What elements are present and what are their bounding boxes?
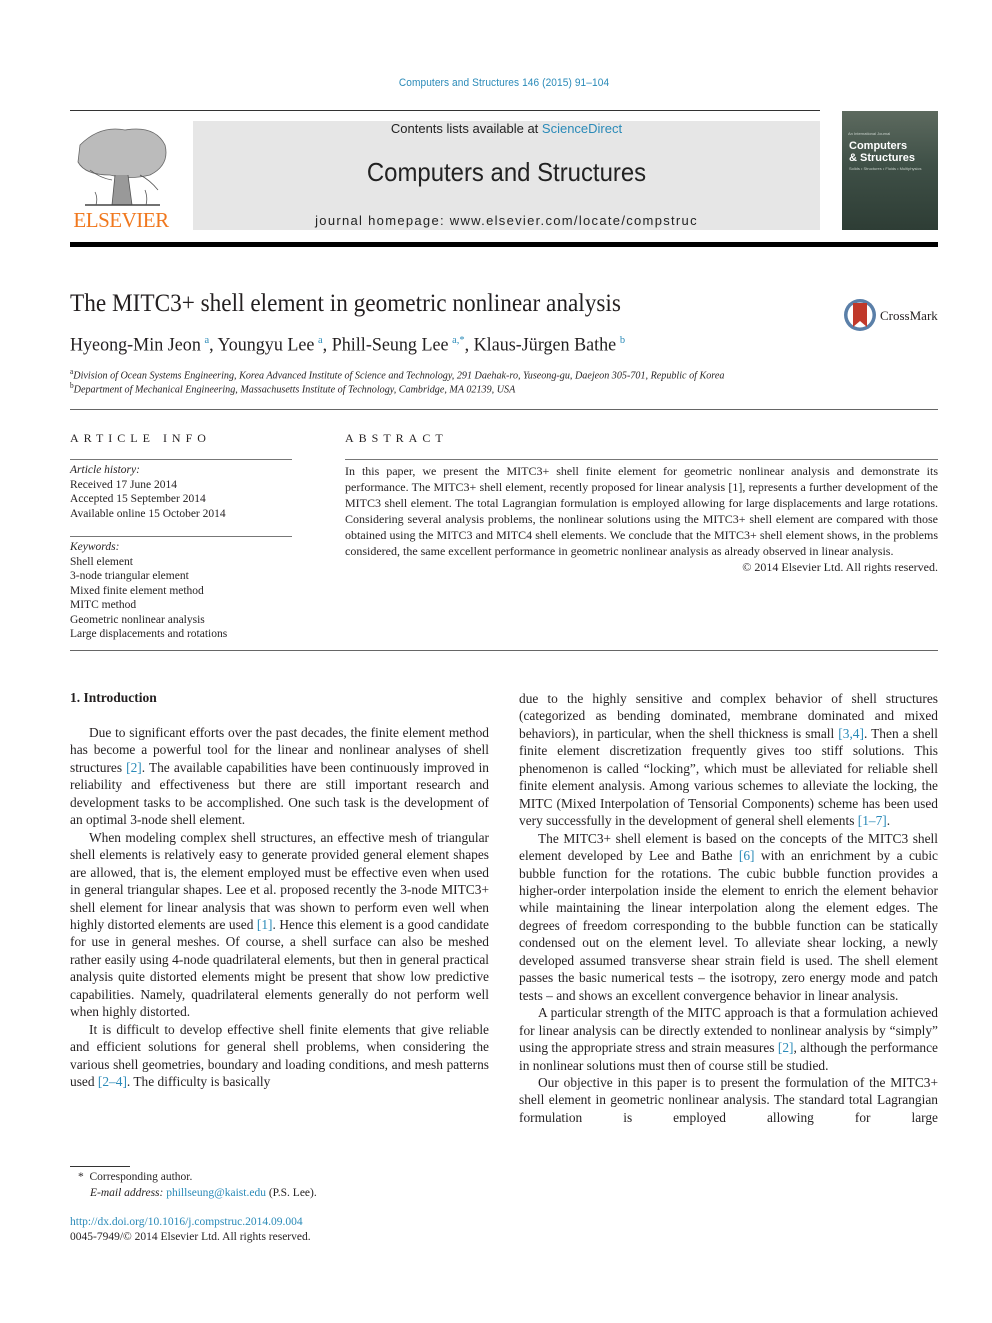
section-rule bbox=[70, 409, 938, 410]
journal-homepage-link[interactable]: journal homepage: www.elsevier.com/locat… bbox=[193, 213, 820, 228]
author-affiliation-mark[interactable]: b bbox=[620, 334, 625, 346]
abstract-text: In this paper, we present the MITC3+ she… bbox=[345, 464, 938, 558]
article-info-heading: ARTICLE INFO bbox=[70, 431, 211, 445]
affiliation-a: aDivision of Ocean Systems Engineering, … bbox=[70, 367, 724, 382]
footnote-text: Corresponding author. bbox=[89, 1171, 193, 1183]
article-history: Article history: Received 17 June 2014 A… bbox=[70, 463, 226, 521]
corresponding-author-note: * Corresponding author. bbox=[78, 1171, 192, 1183]
keyword: 3-node triangular element bbox=[70, 570, 189, 582]
citation-link[interactable]: [2] bbox=[778, 1040, 794, 1055]
email-label: E-mail address: bbox=[90, 1187, 167, 1199]
contents-prefix: Contents lists available at bbox=[390, 121, 542, 136]
keywords-label: Keywords: bbox=[70, 541, 120, 553]
citation-link[interactable]: [1–7] bbox=[858, 813, 887, 828]
footnote-mark: * bbox=[78, 1171, 84, 1183]
author-name[interactable]: Youngyu Lee bbox=[217, 334, 314, 355]
paragraph-text: Our objective in this paper is to presen… bbox=[519, 1074, 938, 1125]
citation-link[interactable]: [2–4] bbox=[98, 1074, 127, 1089]
keyword: MITC method bbox=[70, 599, 137, 611]
affiliation-b: bDepartment of Mechanical Engineering, M… bbox=[70, 381, 515, 396]
article-title: The MITC3+ shell element in geometric no… bbox=[70, 290, 621, 317]
email-suffix: (P.S. Lee). bbox=[265, 1187, 317, 1199]
paragraph: Due to significant efforts over the past… bbox=[70, 724, 489, 829]
history-label: Article history: bbox=[70, 464, 140, 476]
cover-subtitle: Solids • Structures • Fluids • Multiphys… bbox=[849, 166, 922, 171]
author-name[interactable]: Klaus-Jürgen Bathe bbox=[474, 334, 617, 355]
section-heading: 1. Introduction bbox=[70, 690, 157, 705]
affiliation-text: Division of Ocean Systems Engineering, K… bbox=[73, 369, 725, 382]
keyword: Large displacements and rotations bbox=[70, 628, 228, 640]
abstract-rule bbox=[345, 459, 938, 460]
journal-title: Computers and Structures bbox=[366, 157, 647, 187]
footnote-rule bbox=[70, 1166, 130, 1167]
author-name[interactable]: Hyeong-Min Jeon bbox=[70, 334, 201, 355]
paragraph: Our objective in this paper is to presen… bbox=[519, 1074, 938, 1126]
affiliation-text: Department of Mechanical Engineering, Ma… bbox=[73, 383, 516, 396]
keyword: Shell element bbox=[70, 555, 133, 568]
paragraph: When modeling complex shell structures, … bbox=[70, 829, 489, 1021]
issn-copyright: 0045-7949/© 2014 Elsevier Ltd. All right… bbox=[70, 1231, 311, 1243]
keyword: Geometric nonlinear analysis bbox=[70, 613, 205, 626]
paragraph: A particular strength of the MITC approa… bbox=[519, 1004, 938, 1074]
cover-title: Computers & Structures bbox=[849, 140, 915, 164]
paragraph-text: . Hence this element is a good candidate… bbox=[70, 916, 489, 1020]
author-affiliation-mark[interactable]: a bbox=[204, 334, 209, 346]
paragraph-text: . The difficulty is basically bbox=[126, 1074, 271, 1090]
paragraph-text: . bbox=[886, 813, 891, 829]
abstract-heading: ABSTRACT bbox=[345, 431, 448, 445]
email-note: E-mail address: phillseung@kaist.edu (P.… bbox=[90, 1187, 317, 1199]
body-column-right: due to the highly sensitive and complex … bbox=[519, 690, 938, 1126]
paragraph-text: with an enrichment by a cubic bubble fun… bbox=[519, 848, 938, 1003]
author-name[interactable]: Phill-Seung Lee bbox=[332, 334, 449, 355]
paragraph: It is difficult to develop effective she… bbox=[70, 1021, 489, 1091]
contents-line: Contents lists available at ScienceDirec… bbox=[193, 121, 820, 136]
citation-link[interactable]: [2] bbox=[126, 760, 142, 775]
citation-link[interactable]: [1] bbox=[257, 917, 273, 932]
body-column-left: Due to significant efforts over the past… bbox=[70, 724, 489, 1091]
crossmark-label[interactable]: CrossMark bbox=[880, 308, 938, 324]
author-affiliation-mark[interactable]: a bbox=[318, 334, 323, 346]
keyword: Mixed finite element method bbox=[70, 584, 204, 597]
history-received: Received 17 June 2014 bbox=[70, 478, 177, 491]
citation-link[interactable]: [3,4] bbox=[838, 726, 864, 741]
history-accepted: Accepted 15 September 2014 bbox=[70, 493, 206, 505]
author-list: Hyeong-Min Jeon a, Youngyu Lee a, Phill-… bbox=[70, 334, 626, 356]
journal-cover-thumbnail[interactable]: An International Journal Computers & Stru… bbox=[842, 111, 938, 230]
author-affiliation-mark[interactable]: a,* bbox=[452, 334, 464, 346]
article-info-rule bbox=[70, 536, 292, 537]
article-info-rule bbox=[70, 459, 292, 460]
citation-link[interactable]: [6] bbox=[739, 848, 755, 863]
email-link[interactable]: phillseung@kaist.edu bbox=[166, 1187, 266, 1199]
doi-link[interactable]: http://dx.doi.org/10.1016/j.compstruc.20… bbox=[70, 1216, 303, 1228]
header-thick-rule bbox=[70, 242, 938, 247]
abstract-copyright: © 2014 Elsevier Ltd. All rights reserved… bbox=[742, 560, 938, 574]
section-rule bbox=[70, 650, 938, 651]
cover-title-line1: Computers bbox=[849, 140, 908, 152]
cover-small-text: An International Journal bbox=[848, 131, 891, 136]
keywords: Keywords: Shell element 3-node triangula… bbox=[70, 540, 227, 642]
sciencedirect-link[interactable]: ScienceDirect bbox=[542, 121, 622, 136]
journal-citation-link[interactable]: Computers and Structures 146 (2015) 91–1… bbox=[40, 77, 967, 89]
paragraph: The MITC3+ shell element is based on the… bbox=[519, 830, 938, 1005]
cover-title-line2: & Structures bbox=[849, 152, 916, 164]
header-rule bbox=[70, 110, 820, 111]
history-online: Available online 15 October 2014 bbox=[70, 507, 226, 520]
elsevier-wordmark: ELSEVIER bbox=[73, 208, 169, 232]
paragraph: due to the highly sensitive and complex … bbox=[519, 690, 938, 830]
abstract-body: In this paper, we present the MITC3+ she… bbox=[345, 463, 938, 575]
